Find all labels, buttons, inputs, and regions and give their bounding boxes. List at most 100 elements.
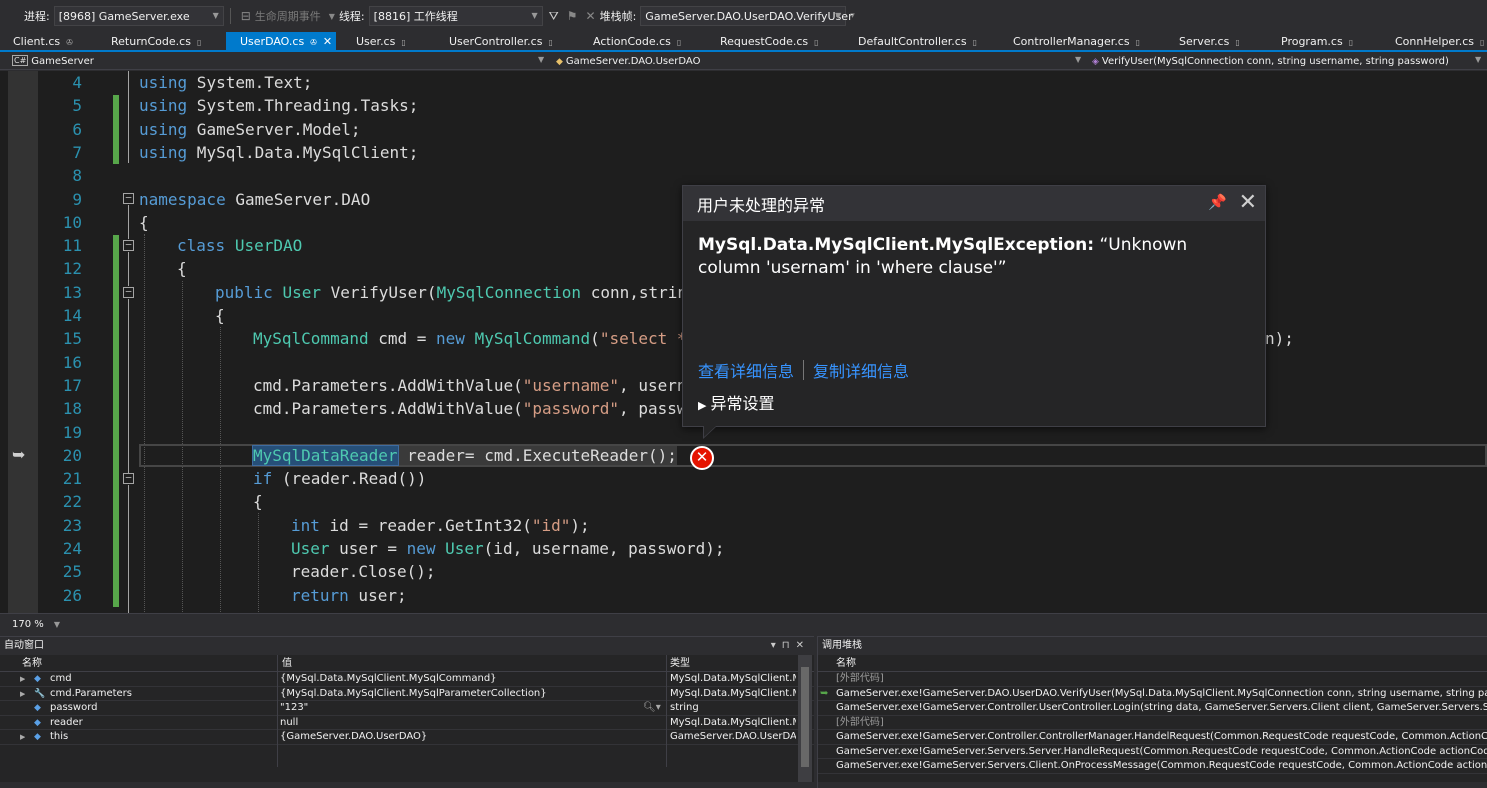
pin-icon[interactable]: ▯	[1480, 38, 1484, 47]
table-row[interactable]: ▶ ◆ this {GameServer.DAO.UserDAO} GameSe…	[0, 730, 814, 745]
close-icon[interactable]: ✕	[796, 640, 810, 651]
code-line-12: {	[177, 257, 187, 280]
pin-icon[interactable]: ▯	[1235, 38, 1239, 47]
pin-icon[interactable]: ▯	[973, 38, 977, 47]
column-header-value[interactable]: 值	[282, 655, 292, 672]
chevron-down-icon: ▼	[538, 55, 545, 64]
column-divider[interactable]	[277, 655, 278, 767]
code-text: reader.Close();	[291, 562, 436, 582]
code-text: (reader.Read())	[272, 469, 427, 489]
pin-icon[interactable]: ▯	[548, 38, 552, 47]
list-item[interactable]: GameServer.exe!GameServer.Controller.Use…	[818, 701, 1487, 716]
list-item[interactable]: [外部代码]	[818, 716, 1487, 730]
tab-usercontroller-cs[interactable]: UserController.cs ▯	[436, 32, 553, 52]
magnifier-icon[interactable]: 🔍︎▾	[643, 701, 661, 716]
stackframe-combo[interactable]: GameServer.DAO.UserDAO.VerifyUser ▼	[640, 6, 853, 26]
filter-icon[interactable]: ⛛	[549, 9, 559, 24]
pin-icon[interactable]: ▯	[1349, 38, 1353, 47]
chevron-down-icon: ▼	[1475, 55, 1482, 64]
tab-server-cs[interactable]: Server.cs ▯	[1166, 32, 1240, 52]
class-icon: ◆	[556, 57, 563, 67]
variable-name: this	[50, 731, 69, 742]
type-name: MySqlCommand	[474, 329, 591, 349]
pin-icon[interactable]: ⊓	[782, 640, 796, 651]
pin-icon[interactable]: ▯	[1136, 38, 1140, 47]
expand-arrow-icon: ▶	[698, 399, 707, 412]
outline-line	[128, 485, 129, 613]
scrollbar-thumb[interactable]	[801, 667, 809, 767]
tab-label: User.cs	[356, 35, 396, 48]
collapse-icon[interactable]: −	[123, 192, 134, 204]
pin-icon[interactable]: ▯	[197, 38, 201, 47]
table-row[interactable]: ◆ reader null MySql.Data.MySqlClient.My	[0, 716, 814, 731]
member-combo[interactable]: ◈ VerifyUser(MySqlConnection conn, string…	[1088, 54, 1478, 69]
pin-icon[interactable]: 📌	[1208, 193, 1227, 211]
execution-pointer-icon[interactable]: ➥	[12, 447, 34, 463]
collapse-icon[interactable]: −	[123, 286, 134, 298]
pin-icon[interactable]: ▯	[401, 38, 405, 47]
class-name: GameServer.DAO.UserDAO	[565, 56, 701, 67]
variable-value[interactable]: {MySql.Data.MySqlClient.MySqlParameterCo…	[280, 687, 665, 702]
variable-name: cmd.Parameters	[50, 687, 133, 699]
expand-arrow-icon[interactable]: ▶	[20, 730, 25, 745]
tab-defaultcontroller-cs[interactable]: DefaultController.cs ▯	[845, 32, 977, 52]
process-combo[interactable]: [8968] GameServer.exe ▼	[53, 6, 224, 26]
indicator-margin[interactable]	[8, 71, 38, 613]
tab-controllermanager-cs[interactable]: ControllerManager.cs ▯	[1000, 32, 1140, 52]
project-combo[interactable]: C# GameServer	[8, 54, 548, 69]
table-row[interactable]: ▶ ◆ cmd {MySql.Data.MySqlClient.MySqlCom…	[0, 672, 814, 687]
tab-connhelper-cs[interactable]: ConnHelper.cs ▯	[1382, 32, 1484, 52]
keyword: return	[291, 585, 349, 605]
autos-scrollbar[interactable]	[798, 655, 812, 783]
collapse-icon[interactable]: −	[123, 472, 134, 484]
class-combo[interactable]: ◆ GameServer.DAO.UserDAO	[552, 54, 1082, 69]
lifecycle-events-button[interactable]: 生命周期事件	[255, 8, 321, 24]
expand-arrow-icon[interactable]: ▶	[20, 672, 25, 687]
variable-value[interactable]: "123"	[280, 701, 640, 716]
toggle-flag-icon[interactable]: ⚑	[567, 9, 578, 23]
code-text: GameServer.Model;	[187, 119, 361, 139]
error-icon[interactable]: ✕	[690, 446, 714, 470]
variable-value[interactable]: {MySql.Data.MySqlClient.MySqlCommand}	[280, 672, 665, 687]
zoom-combo[interactable]: 170 % ▼	[8, 617, 60, 633]
pin-icon[interactable]: ✇	[310, 38, 317, 47]
thread-combo[interactable]: [8816] 工作线程 ▼	[368, 6, 543, 26]
autos-column-headers: 名称 值 类型	[0, 655, 814, 672]
column-header-name[interactable]: 名称	[22, 655, 42, 672]
table-row[interactable]: ▶ 🔧 cmd.Parameters {MySql.Data.MySqlClie…	[0, 687, 814, 702]
collapse-icon[interactable]: −	[123, 239, 134, 251]
tab-requestcode-cs[interactable]: RequestCode.cs ▯	[707, 32, 819, 52]
variable-value[interactable]: null	[280, 716, 665, 731]
code-line-18: cmd.Parameters.AddWithValue("password", …	[253, 397, 696, 420]
tab-client-cs[interactable]: Client.cs ✇	[0, 32, 73, 52]
column-divider[interactable]	[666, 655, 667, 767]
pin-icon[interactable]: ✇	[66, 38, 73, 47]
table-row[interactable]: ◆ password "123" 🔍︎▾ string	[0, 701, 814, 716]
line-number: 19	[62, 422, 82, 442]
list-item[interactable]: GameServer.exe!GameServer.Controller.Con…	[818, 730, 1487, 745]
tab-userdao-cs[interactable]: UserDAO.cs ✇ ✕	[226, 32, 337, 52]
close-icon[interactable]: ✕	[1239, 189, 1257, 217]
tab-program-cs[interactable]: Program.cs ▯	[1268, 32, 1353, 52]
list-item[interactable]: GameServer.exe!GameServer.Servers.Client…	[818, 759, 1487, 774]
copy-details-link[interactable]: 复制详细信息	[813, 358, 909, 382]
list-item[interactable]: [外部代码]	[818, 672, 1487, 687]
variable-value[interactable]: {GameServer.DAO.UserDAO}	[280, 730, 665, 745]
close-icon[interactable]: ✕	[323, 35, 332, 48]
exception-title: 用户未处理的异常	[697, 195, 826, 215]
pin-icon[interactable]: ▯	[677, 38, 681, 47]
view-details-link[interactable]: 查看详细信息	[698, 358, 794, 382]
exception-settings-expander[interactable]: ▶ 异常设置	[698, 390, 774, 414]
pin-icon[interactable]: ▯	[814, 38, 818, 47]
dropdown-icon[interactable]: ▾	[771, 640, 782, 651]
column-header-name[interactable]: 名称	[836, 655, 856, 672]
list-item[interactable]: GameServer.exe!GameServer.Servers.Server…	[818, 745, 1487, 759]
tab-user-cs[interactable]: User.cs ▯	[343, 32, 406, 52]
tab-actioncode-cs[interactable]: ActionCode.cs ▯	[580, 32, 681, 52]
list-item[interactable]: ➥ GameServer.exe!GameServer.DAO.UserDAO.V…	[818, 687, 1487, 701]
thread-list-icon[interactable]: ✕	[586, 9, 596, 23]
thread-value: [8816] 工作线程	[373, 10, 458, 23]
tab-returncode-cs[interactable]: ReturnCode.cs ▯	[98, 32, 201, 52]
expand-arrow-icon[interactable]: ▶	[20, 687, 25, 702]
column-header-type[interactable]: 类型	[670, 655, 690, 672]
